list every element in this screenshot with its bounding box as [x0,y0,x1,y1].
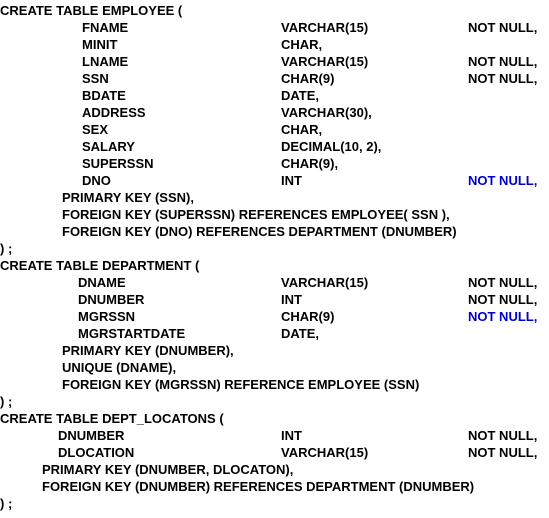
primary-key-clause: PRIMARY KEY (DNUMBER), [62,343,234,358]
primary-key-clause: PRIMARY KEY (DNUMBER, DLOCATON), [42,462,294,477]
create-table-department: CREATE TABLE DEPARTMENT ( [0,258,200,273]
column-type-bdate: DATE, [281,88,320,103]
column-name-dnumber: DNUMBER [78,292,145,307]
column-constraint-dnumber: NOT NULL, [468,428,538,443]
column-type-minit: CHAR, [281,37,323,52]
column-name-bdate: BDATE [82,88,126,103]
column-type-ssn: CHAR(9) [281,71,335,86]
sql-schema-document: CREATE TABLE EMPLOYEE ( FNAME VARCHAR(15… [0,0,549,518]
column-name-fname: FNAME [82,20,129,35]
foreign-key-clause-dno: FOREIGN KEY (DNO) REFERENCES DEPARTMENT … [62,224,457,239]
column-name-superssn: SUPERSSN [82,156,154,171]
column-constraint-dlocation: NOT NULL, [468,445,538,460]
column-name-dnumber: DNUMBER [58,428,125,443]
unique-clause: UNIQUE (DNAME), [62,360,177,375]
column-name-dno: DNO [82,173,111,188]
column-type-dno: INT [281,173,302,188]
column-type-mgrssn: CHAR(9) [281,309,335,324]
column-type-dname: VARCHAR(15) [281,275,369,290]
create-table-dept-locations: CREATE TABLE DEPT_LOCATONS ( [0,411,224,426]
column-type-mgrstartdate: DATE, [281,326,320,341]
column-constraint-ssn: NOT NULL, [468,71,538,86]
column-name-dlocation: DLOCATION [58,445,135,460]
column-constraint-dno-highlighted: NOT NULL, [468,173,538,188]
column-type-fname: VARCHAR(15) [281,20,369,35]
table-close: ) ; [0,241,13,256]
column-name-ssn: SSN [82,71,109,86]
column-name-dname: DNAME [78,275,126,290]
primary-key-clause: PRIMARY KEY (SSN), [62,190,194,205]
column-name-lname: LNAME [82,54,129,69]
foreign-key-clause-superssn: FOREIGN KEY (SUPERSSN) REFERENCES EMPLOY… [62,207,450,222]
column-constraint-lname: NOT NULL, [468,54,538,69]
table-close: ) ; [0,394,13,409]
column-type-salary: DECIMAL(10, 2), [281,139,382,154]
column-type-dlocation: VARCHAR(15) [281,445,369,460]
column-constraint-dnumber: NOT NULL, [468,292,538,307]
create-table-employee: CREATE TABLE EMPLOYEE ( [0,3,183,18]
column-type-lname: VARCHAR(15) [281,54,369,69]
column-type-dnumber: INT [281,292,302,307]
column-type-dnumber: INT [281,428,302,443]
column-name-mgrstartdate: MGRSTARTDATE [78,326,186,341]
column-constraint-fname: NOT NULL, [468,20,538,35]
column-name-mgrssn: MGRSSN [78,309,136,324]
column-type-superssn: CHAR(9), [281,156,339,171]
column-type-address: VARCHAR(30), [281,105,372,120]
column-constraint-dname: NOT NULL, [468,275,538,290]
table-close: ) ; [0,496,13,511]
column-name-minit: MINIT [82,37,118,52]
foreign-key-clause-mgrssn: FOREIGN KEY (MGRSSN) REFERENCE EMPLOYEE … [62,377,420,392]
column-name-sex: SEX [82,122,109,137]
foreign-key-clause-dnumber: FOREIGN KEY (DNUMBER) REFERENCES DEPARTM… [42,479,475,494]
column-type-sex: CHAR, [281,122,323,137]
column-name-salary: SALARY [82,139,135,154]
column-name-address: ADDRESS [82,105,146,120]
column-constraint-mgrssn-highlighted: NOT NULL, [468,309,538,324]
